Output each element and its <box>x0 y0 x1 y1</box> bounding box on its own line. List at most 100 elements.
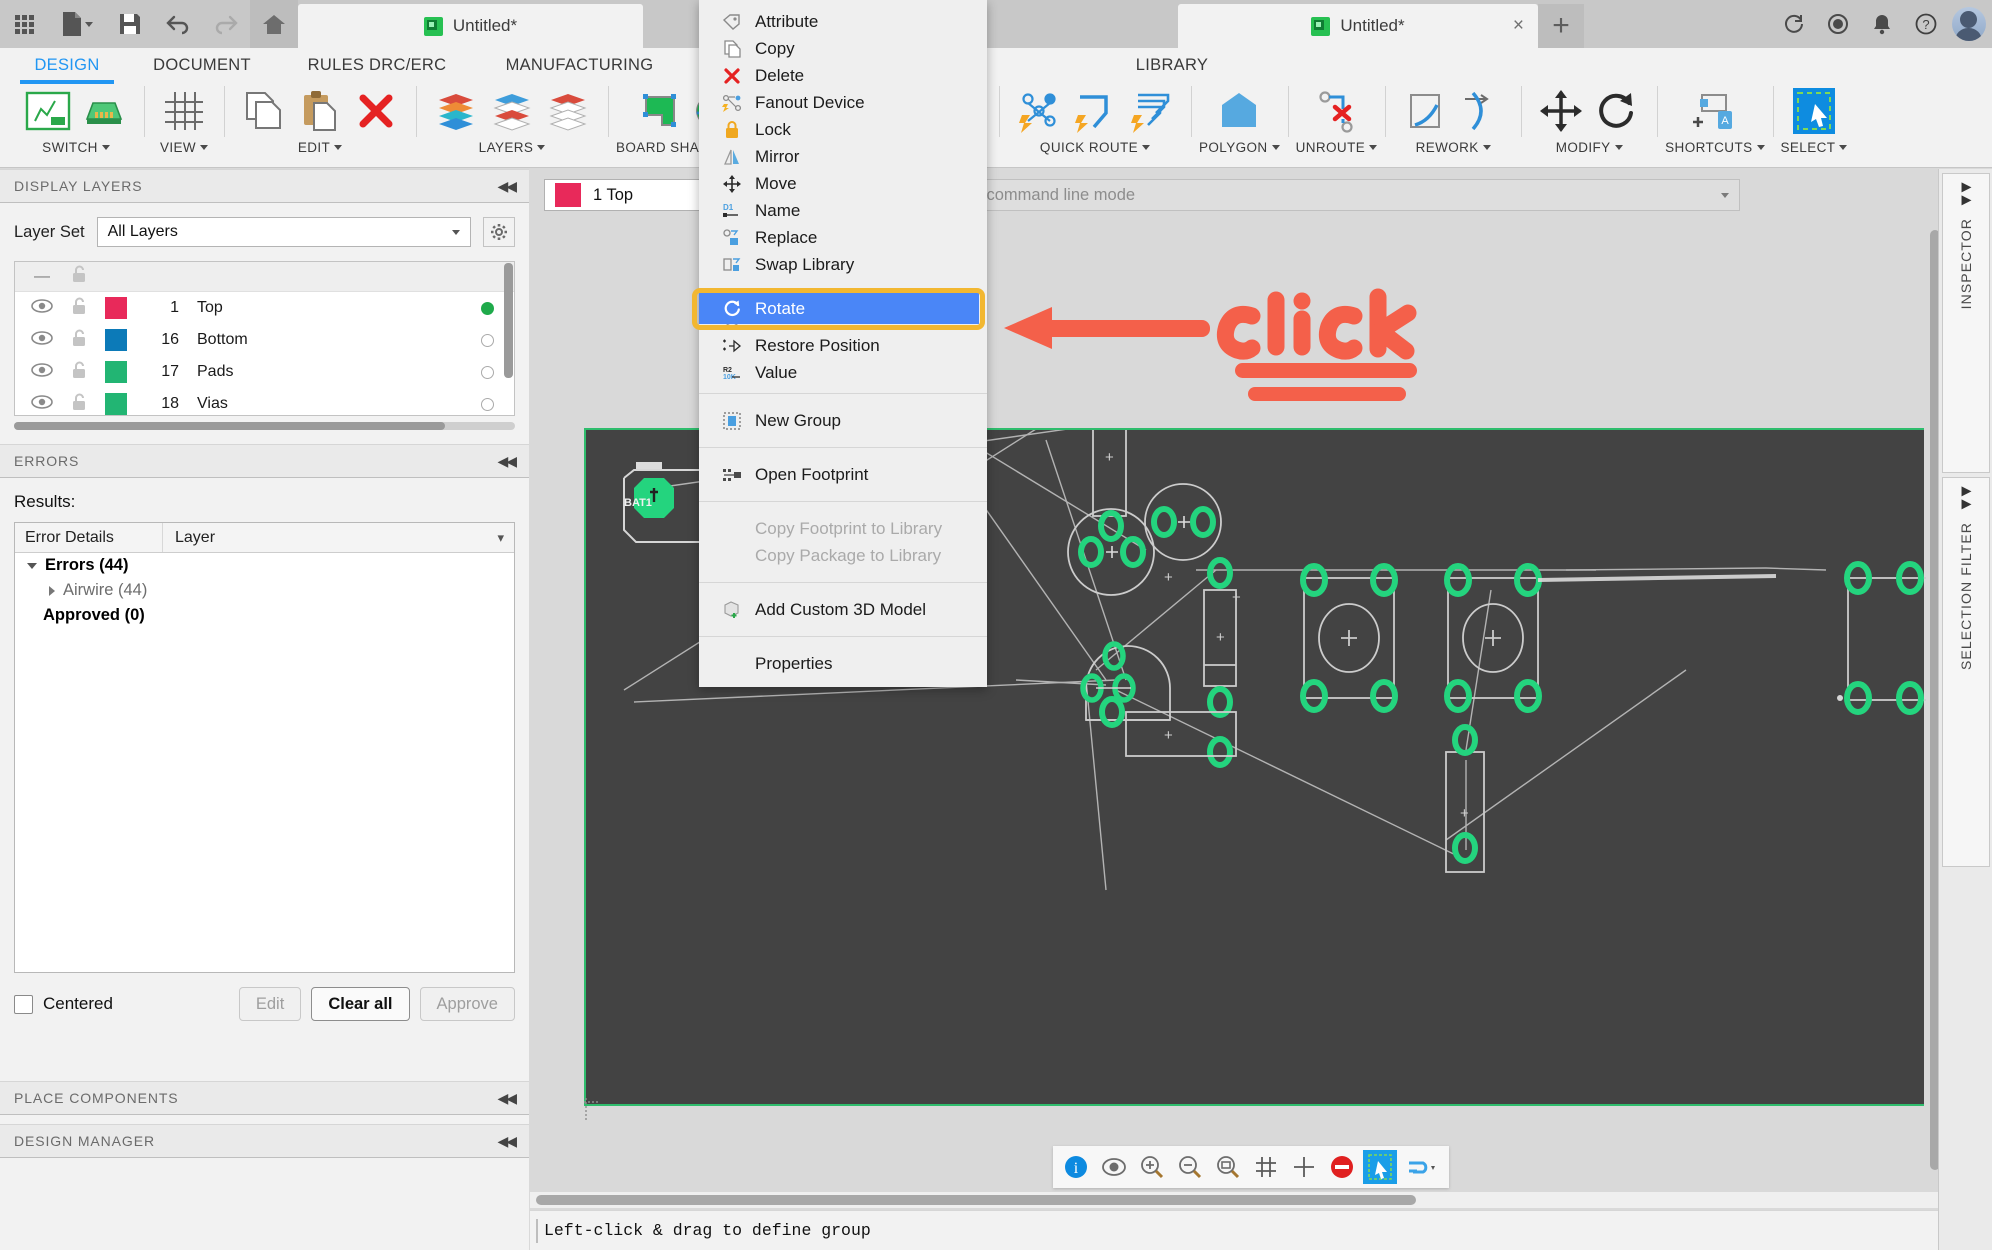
chevron-down-icon[interactable]: ▾ <box>497 530 504 546</box>
ribbon-group-label[interactable]: SELECT <box>1781 140 1848 155</box>
layer-color-swatch[interactable] <box>105 393 127 415</box>
sidebar-item-inspector[interactable]: ◀◀ INSPECTOR <box>1941 173 1990 473</box>
chevron-down-icon[interactable] <box>200 145 209 150</box>
crosshair-icon[interactable] <box>1287 1150 1321 1184</box>
collapse-icon[interactable]: ◀◀ <box>497 1090 516 1107</box>
rework-bend-icon[interactable] <box>1455 85 1507 137</box>
edit-button[interactable]: Edit <box>238 987 302 1021</box>
context-menu-item-lock[interactable]: Lock <box>699 116 987 143</box>
visibility-eye-icon[interactable] <box>31 362 53 382</box>
visibility-eye-icon[interactable] <box>31 394 53 414</box>
new-tab-button[interactable]: + <box>1538 4 1584 48</box>
redo-icon[interactable] <box>202 0 250 48</box>
ribbon-group-label[interactable]: POLYGON <box>1199 140 1280 155</box>
ribbon-tab-manufacturing[interactable]: MANUFACTURING <box>472 48 687 82</box>
column-header-layer[interactable]: Layer ▾ <box>163 523 514 552</box>
active-layer-radio[interactable] <box>481 301 494 315</box>
canvas-horizontal-scrollbar[interactable] <box>530 1192 1992 1208</box>
ribbon-group-label[interactable]: SHORTCUTS <box>1665 140 1765 155</box>
collapse-icon[interactable]: ◀◀ <box>497 453 516 470</box>
ribbon-tab-design[interactable]: DESIGN <box>12 48 122 84</box>
select-cursor-icon[interactable] <box>1363 1150 1397 1184</box>
close-tab-icon[interactable]: × <box>1513 15 1524 37</box>
rotate-icon[interactable] <box>1591 85 1643 137</box>
chevron-down-icon[interactable] <box>101 145 110 150</box>
lock-icon[interactable] <box>71 361 87 384</box>
info-icon[interactable]: i <box>1059 1150 1093 1184</box>
schematic-switch-icon[interactable] <box>22 85 74 137</box>
layers-color-icon[interactable] <box>430 85 482 137</box>
ribbon-group-label[interactable]: QUICK ROUTE <box>1040 140 1151 155</box>
move-icon[interactable] <box>1535 85 1587 137</box>
route-mode-icon[interactable] <box>1401 1150 1443 1184</box>
context-menu-item-move[interactable]: Move <box>699 170 987 197</box>
save-icon[interactable] <box>106 0 154 48</box>
user-avatar[interactable] <box>1952 7 1986 41</box>
active-layer-radio[interactable] <box>481 365 494 379</box>
context-menu-item-replace[interactable]: Replace <box>699 224 987 251</box>
collapse-icon[interactable]: ◀◀ <box>1958 486 1973 512</box>
centered-checkbox[interactable] <box>14 994 33 1014</box>
ribbon-tab-document[interactable]: DOCUMENT <box>122 48 282 82</box>
zoom-out-icon[interactable] <box>1173 1150 1207 1184</box>
lock-icon[interactable] <box>71 329 87 352</box>
chevron-down-icon[interactable] <box>1271 145 1280 150</box>
route-bus-icon[interactable] <box>1125 85 1177 137</box>
table-row[interactable]: 18 Vias <box>15 388 514 415</box>
select-cursor-icon[interactable] <box>1791 85 1837 137</box>
visibility-eye-icon[interactable]: — <box>31 268 53 286</box>
table-row[interactable]: 17 Pads <box>15 356 514 388</box>
layer-color-swatch[interactable] <box>105 361 127 383</box>
layer-list[interactable]: — 1 Top 16 Bottom 17 Pads 18 Vias <box>14 261 515 416</box>
home-icon[interactable] <box>250 0 298 48</box>
rework-shape-icon[interactable] <box>1399 85 1451 137</box>
table-row[interactable]: Approved (0) <box>15 603 514 628</box>
document-tab-1[interactable]: Untitled* <box>298 4 643 48</box>
chevron-down-icon[interactable] <box>1142 145 1151 150</box>
layer-list-hscrollbar[interactable] <box>14 422 515 430</box>
board-switch-icon[interactable] <box>78 85 130 137</box>
ribbon-group-label[interactable]: SWITCH <box>42 140 110 155</box>
ribbon-group-label[interactable]: VIEW <box>160 140 209 155</box>
display-layers-panel-header[interactable]: DISPLAY LAYERS ◀◀ <box>0 169 529 203</box>
context-menu-item-attribute[interactable]: Attribute <box>699 8 987 35</box>
active-layer-radio[interactable] <box>481 397 494 411</box>
gear-icon[interactable] <box>483 217 515 247</box>
context-menu-item-delete[interactable]: Delete <box>699 62 987 89</box>
ribbon-group-label[interactable]: LAYERS <box>479 140 546 155</box>
context-menu-item-copy[interactable]: Copy <box>699 35 987 62</box>
context-menu-item-mirror[interactable]: Mirror <box>699 143 987 170</box>
chevron-down-icon[interactable] <box>1721 192 1729 198</box>
route-trace-icon[interactable] <box>1069 85 1121 137</box>
undo-icon[interactable] <box>154 0 202 48</box>
lock-icon[interactable] <box>71 297 87 320</box>
clear-all-button[interactable]: Clear all <box>311 987 410 1021</box>
table-row[interactable]: Errors (44) <box>15 553 514 578</box>
zoom-fit-icon[interactable] <box>1211 1150 1245 1184</box>
notification-bell-icon[interactable] <box>1860 0 1904 48</box>
ribbon-tab-rules[interactable]: RULES DRC/ERC <box>282 48 472 82</box>
table-row[interactable]: 1 Top <box>15 292 514 324</box>
layers-red-icon[interactable] <box>542 85 594 137</box>
approve-button[interactable]: Approve <box>419 987 515 1021</box>
chevron-down-icon[interactable] <box>537 145 546 150</box>
ribbon-group-label[interactable]: UNROUTE <box>1296 140 1378 155</box>
board-outline-icon[interactable] <box>635 85 687 137</box>
errors-panel-header[interactable]: ERRORS ◀◀ <box>0 444 529 478</box>
context-menu-item-properties[interactable]: Properties <box>699 650 987 677</box>
chevron-down-icon[interactable] <box>1756 145 1765 150</box>
chevron-down-icon[interactable] <box>1369 145 1378 150</box>
chevron-down-icon[interactable] <box>1839 145 1848 150</box>
design-manager-panel-header[interactable]: DESIGN MANAGER ◀◀ <box>0 1124 529 1158</box>
ribbon-tab-library[interactable]: LIBRARY <box>1077 48 1267 82</box>
zoom-in-icon[interactable] <box>1135 1150 1169 1184</box>
copy-icon[interactable] <box>238 85 290 137</box>
column-header-error-details[interactable]: Error Details <box>15 523 163 552</box>
collapse-icon[interactable]: ◀◀ <box>497 178 516 195</box>
layer-color-swatch[interactable] <box>105 297 127 319</box>
context-menu-item-restore-position[interactable]: Restore Position <box>699 332 987 359</box>
layers-blue-icon[interactable] <box>486 85 538 137</box>
help-icon[interactable]: ? <box>1904 0 1948 48</box>
context-menu-item-swap-library[interactable]: Swap Library <box>699 251 987 278</box>
context-menu-item-open-footprint[interactable]: Open Footprint <box>699 461 987 488</box>
